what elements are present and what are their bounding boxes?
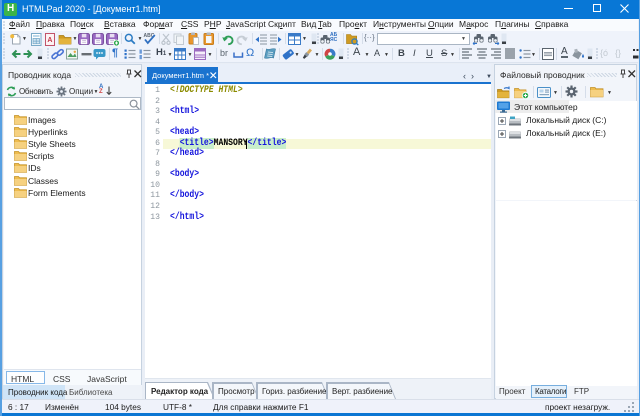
svg-text:A: A [47,37,52,44]
